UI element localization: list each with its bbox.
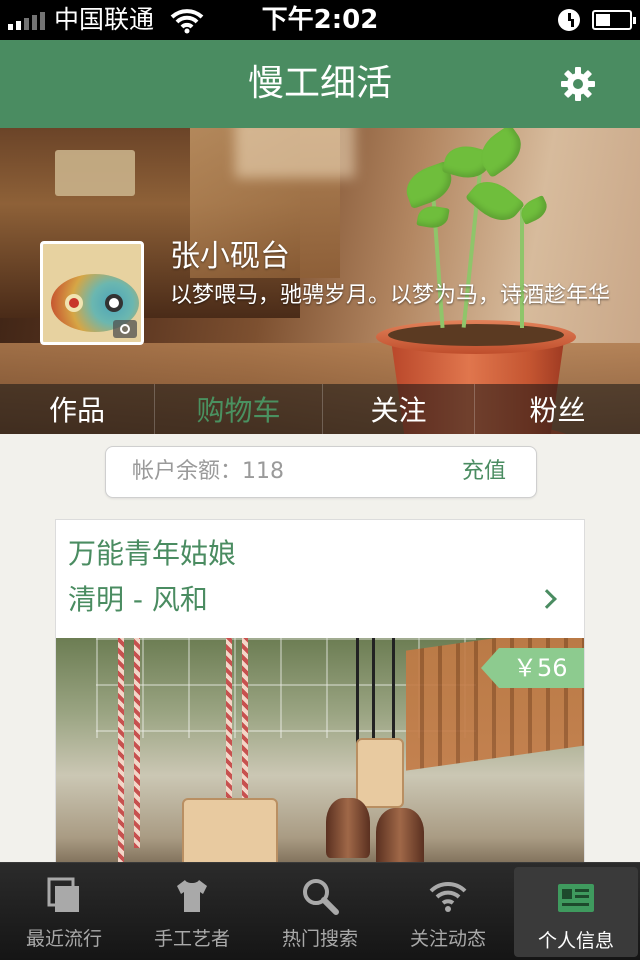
price-tag: ￥56 (481, 648, 584, 688)
tab-feed-label: 关注动态 (409, 928, 486, 950)
tab-trending-label: 最近流行 (25, 928, 102, 950)
tab-profile[interactable]: 个人信息 (514, 867, 638, 957)
alarm-clock-icon (558, 9, 580, 31)
tab-trending[interactable]: 最近流行 (0, 863, 128, 960)
tab-fans[interactable]: 粉丝 (475, 384, 640, 434)
tab-following[interactable]: 关注 (323, 384, 475, 434)
cart-item-card[interactable]: 万能青年姑娘 清明 - 风和 ￥56 (55, 519, 585, 879)
avatar[interactable] (40, 241, 144, 345)
tshirt-icon (177, 880, 207, 912)
chevron-right-icon[interactable] (537, 589, 557, 609)
page-title: 慢工细活 (247, 63, 392, 104)
tab-search[interactable]: 热门搜索 (256, 863, 384, 960)
camera-icon[interactable] (113, 320, 137, 338)
status-bar: 中国联通 下午2:02 (0, 0, 640, 40)
item-subtitle: 清明 - 风和 (68, 583, 208, 616)
balance-label: 帐户余额：118 (132, 459, 284, 484)
recharge-button[interactable]: 充值 (462, 458, 506, 486)
account-balance-box: 帐户余额：118 充值 (105, 446, 537, 498)
stack-icon (47, 877, 79, 912)
product-photo[interactable]: ￥56 (56, 638, 584, 878)
user-bio: 以梦喂马，驰骋岁月。以梦为马，诗酒趁年华 (170, 283, 611, 308)
tab-feed[interactable]: 关注动态 (384, 863, 512, 960)
tab-works[interactable]: 作品 (0, 384, 155, 434)
search-icon (303, 879, 339, 915)
wifi-icon (429, 881, 467, 912)
profile-tabs: 作品 购物车 关注 粉丝 (0, 384, 640, 434)
gear-icon[interactable] (560, 66, 596, 102)
item-title: 万能青年姑娘 (68, 537, 237, 570)
tab-profile-label: 个人信息 (537, 930, 614, 952)
status-time: 下午2:02 (261, 5, 379, 35)
tab-artisans-label: 手工艺者 (153, 928, 230, 950)
tab-cart[interactable]: 购物车 (155, 384, 323, 434)
tab-artisans[interactable]: 手工艺者 (128, 863, 256, 960)
nav-bar: 慢工细活 (0, 40, 640, 128)
battery-icon (592, 10, 636, 30)
id-card-icon (558, 884, 594, 912)
bottom-tab-bar: 最近流行 手工艺者 热门搜索 关注动态 个人信息 (0, 862, 640, 960)
tab-search-label: 热门搜索 (281, 928, 358, 950)
user-name: 张小砚台 (170, 239, 290, 274)
